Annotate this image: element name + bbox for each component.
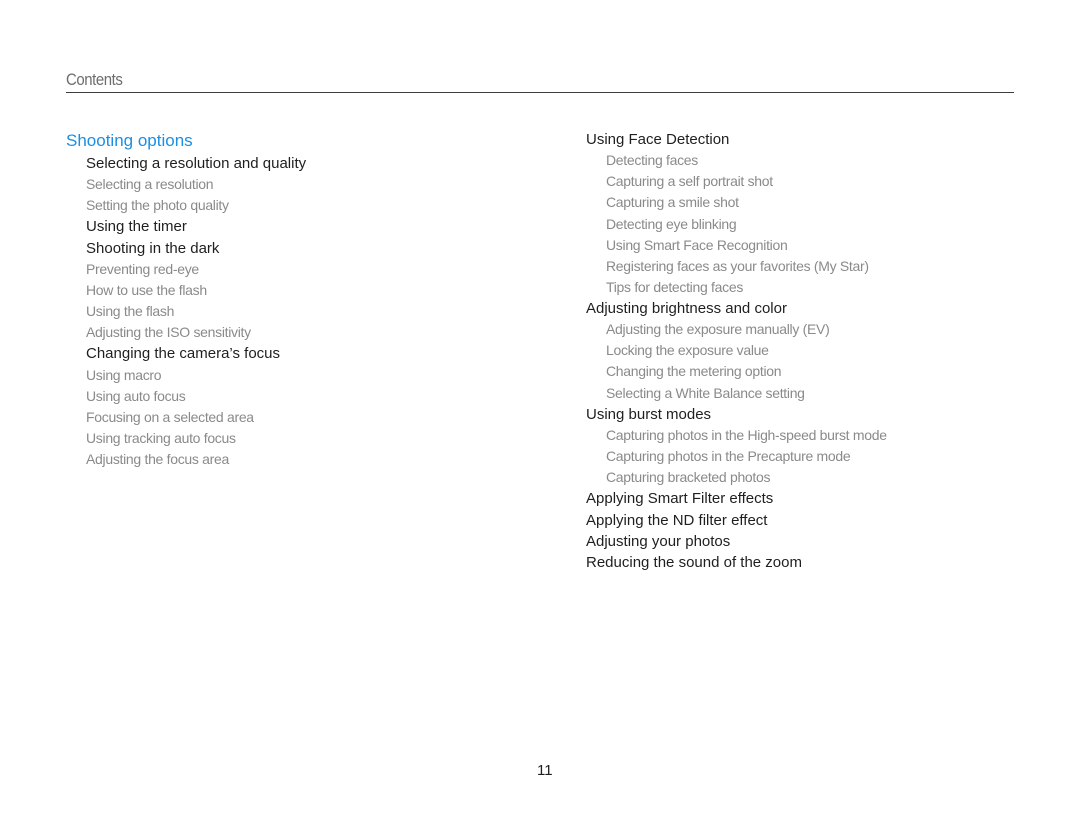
toc-left-column: Shooting options Selecting a resolution …	[66, 130, 306, 470]
toc-entry-topic[interactable]: Using Face Detection	[586, 129, 887, 150]
toc-entry-subtopic[interactable]: Detecting faces	[586, 150, 887, 171]
toc-entry-topic[interactable]: Applying Smart Filter effects	[586, 488, 887, 509]
toc-entry-subtopic[interactable]: Focusing on a selected area	[66, 407, 306, 428]
toc-entry-subtopic[interactable]: Using macro	[66, 365, 306, 386]
toc-entry-subtopic[interactable]: Using Smart Face Recognition	[586, 235, 887, 256]
toc-entry-subtopic[interactable]: Selecting a White Balance setting	[586, 383, 887, 404]
header-divider	[66, 92, 1014, 93]
toc-entry-subtopic[interactable]: Adjusting the exposure manually (EV)	[586, 319, 887, 340]
toc-entry-topic[interactable]: Adjusting your photos	[586, 531, 887, 552]
contents-header-title: Contents	[66, 70, 123, 89]
page-number: 11	[537, 762, 553, 779]
toc-entry-subtopic[interactable]: Detecting eye blinking	[586, 214, 887, 235]
toc-entry-subtopic[interactable]: Adjusting the focus area	[66, 449, 306, 470]
toc-entry-topic[interactable]: Selecting a resolution and quality	[66, 153, 306, 174]
toc-entry-subtopic[interactable]: Using auto focus	[66, 386, 306, 407]
toc-entry-subtopic[interactable]: Using the flash	[66, 301, 306, 322]
toc-entry-subtopic[interactable]: Capturing photos in the High-speed burst…	[586, 425, 887, 446]
toc-entry-subtopic[interactable]: Capturing a self portrait shot	[586, 171, 887, 192]
toc-entry-subtopic[interactable]: Selecting a resolution	[66, 174, 306, 195]
toc-entry-topic[interactable]: Shooting in the dark	[66, 238, 306, 259]
toc-right-column: Using Face Detection Detecting faces Captu…	[586, 129, 887, 573]
toc-entry-subtopic[interactable]: Changing the metering option	[586, 361, 887, 382]
toc-entry-topic[interactable]: Changing the camera’s focus	[66, 343, 306, 364]
toc-left-entries: Selecting a resolution and quality Select…	[66, 153, 306, 470]
toc-entry-subtopic[interactable]: Adjusting the ISO sensitivity	[66, 322, 306, 343]
toc-entry-topic[interactable]: Using the timer	[66, 216, 306, 237]
toc-entry-subtopic[interactable]: Capturing bracketed photos	[586, 467, 887, 488]
toc-entry-topic[interactable]: Adjusting brightness and color	[586, 298, 887, 319]
section-title-shooting-options: Shooting options	[66, 131, 193, 150]
toc-entry-subtopic[interactable]: How to use the flash	[66, 280, 306, 301]
toc-entry-subtopic[interactable]: Using tracking auto focus	[66, 428, 306, 449]
toc-entry-subtopic[interactable]: Locking the exposure value	[586, 340, 887, 361]
toc-entry-subtopic[interactable]: Capturing photos in the Precapture mode	[586, 446, 887, 467]
toc-entry-topic[interactable]: Applying the ND filter effect	[586, 510, 887, 531]
toc-entry-topic[interactable]: Reducing the sound of the zoom	[586, 552, 887, 573]
toc-entry-subtopic[interactable]: Preventing red-eye	[66, 259, 306, 280]
toc-entry-subtopic[interactable]: Capturing a smile shot	[586, 192, 887, 213]
toc-entry-subtopic[interactable]: Setting the photo quality	[66, 195, 306, 216]
toc-right-entries: Using Face Detection Detecting faces Captu…	[586, 129, 887, 573]
toc-entry-topic[interactable]: Using burst modes	[586, 404, 887, 425]
toc-entry-subtopic[interactable]: Registering faces as your favorites (My …	[586, 256, 887, 277]
toc-entry-subtopic[interactable]: Tips for detecting faces	[586, 277, 887, 298]
